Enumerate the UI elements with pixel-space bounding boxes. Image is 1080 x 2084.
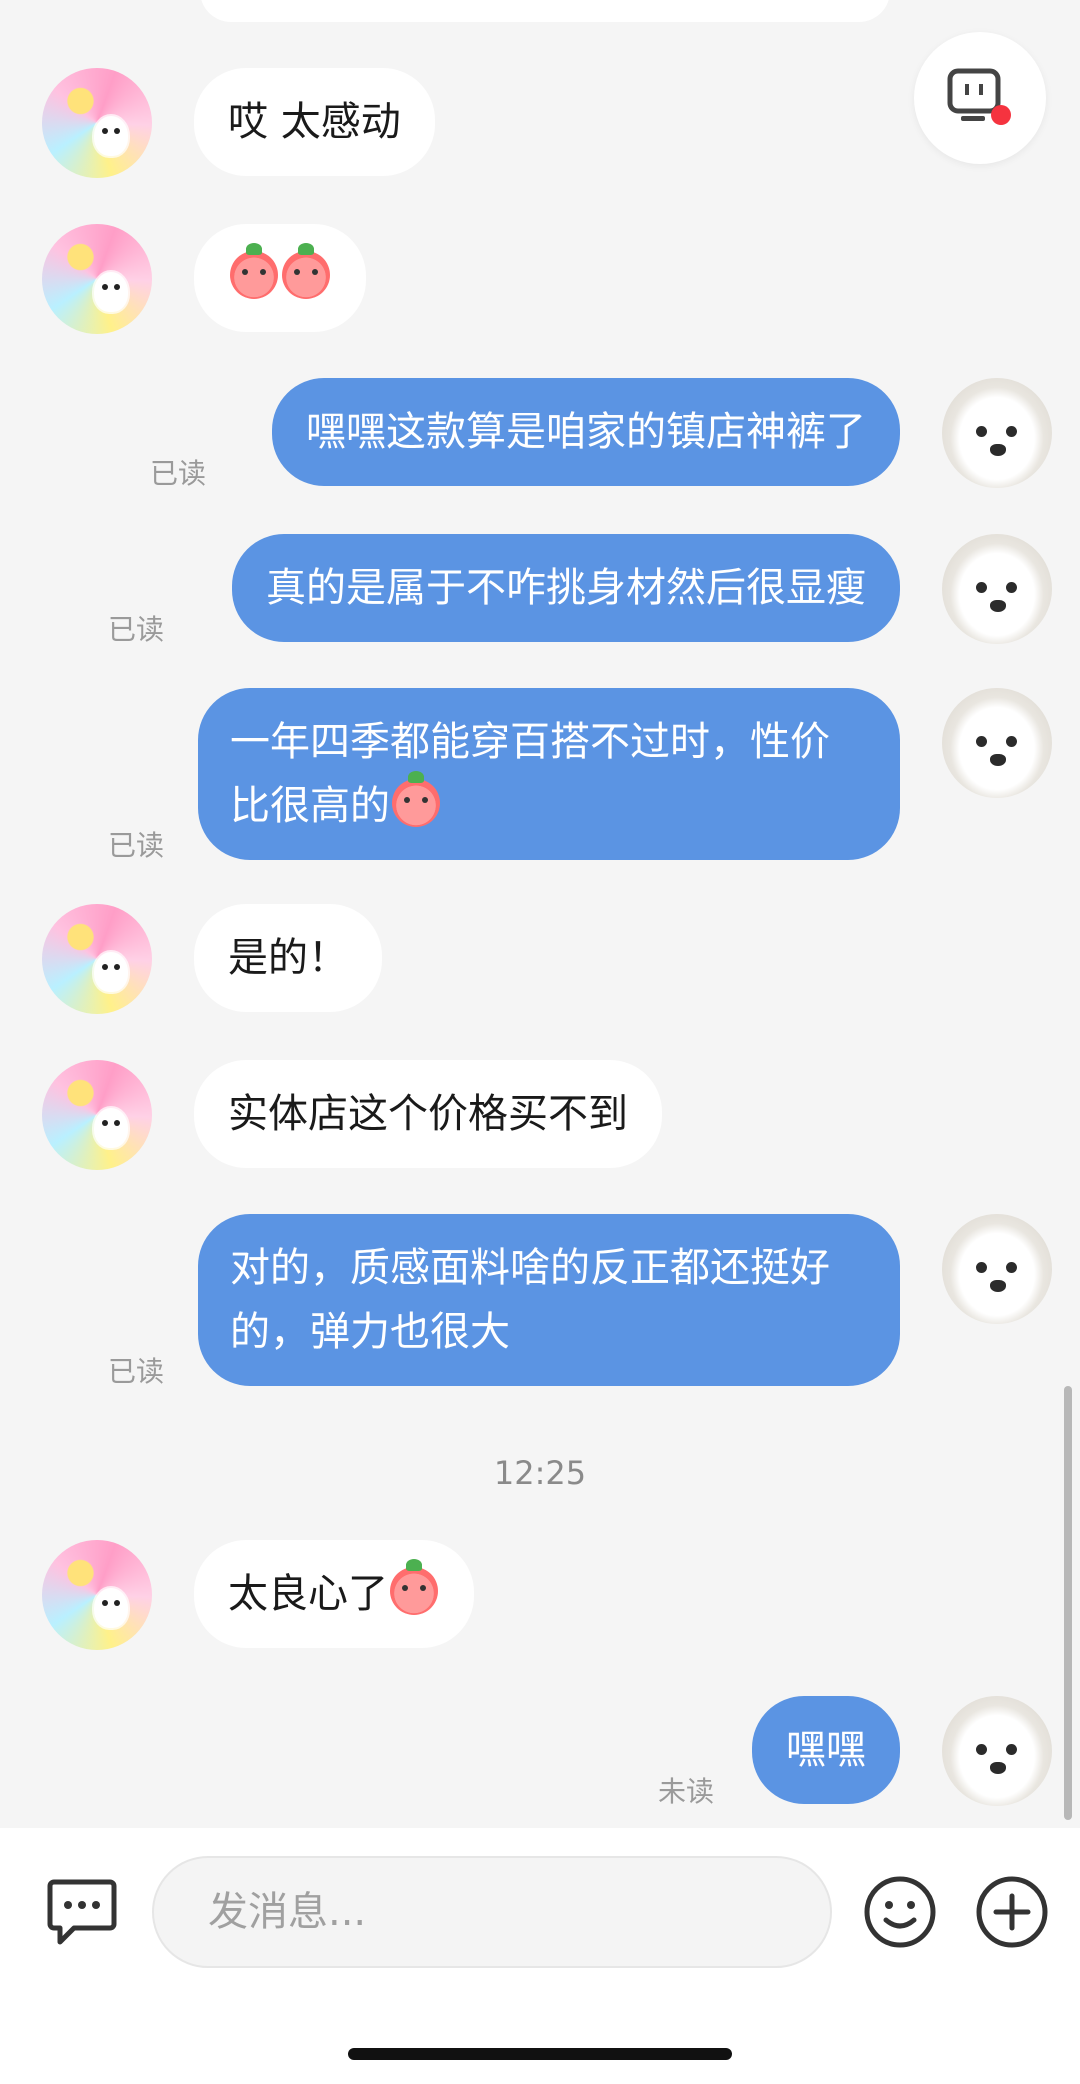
- incoming-message[interactable]: 是的！: [194, 904, 382, 1012]
- my-avatar[interactable]: [942, 1696, 1052, 1806]
- message-text: 一年四季都能穿百搭不过时，性价比很高的: [230, 719, 830, 829]
- read-status: 已读: [108, 613, 165, 646]
- message-text: 太良心了: [228, 1571, 388, 1617]
- crying-peach-emoji-icon: [230, 243, 278, 299]
- my-avatar[interactable]: [942, 534, 1052, 644]
- shy-peach-emoji-icon: [392, 771, 440, 827]
- contact-avatar[interactable]: [42, 1060, 152, 1170]
- assistant-button[interactable]: [914, 32, 1046, 164]
- home-indicator[interactable]: [348, 2048, 732, 2060]
- message-bubble-icon: [47, 1879, 117, 1945]
- incoming-message[interactable]: 太良心了: [194, 1540, 474, 1648]
- incoming-message[interactable]: [194, 224, 366, 332]
- contact-avatar[interactable]: [42, 68, 152, 178]
- incoming-message[interactable]: 实体店这个价格买不到: [194, 1060, 662, 1168]
- plus-circle-icon: [976, 1876, 1048, 1948]
- message-bubble-partial: [200, 0, 890, 22]
- contact-avatar[interactable]: [42, 1540, 152, 1650]
- read-status: 已读: [150, 457, 207, 490]
- more-button[interactable]: [974, 1874, 1050, 1950]
- message-input[interactable]: [152, 1856, 832, 1968]
- my-avatar[interactable]: [942, 688, 1052, 798]
- read-status: 已读: [108, 829, 165, 862]
- crying-peach-emoji-icon: [282, 243, 330, 299]
- smiley-icon: [864, 1876, 936, 1948]
- my-avatar[interactable]: [942, 378, 1052, 488]
- my-avatar[interactable]: [942, 1214, 1052, 1324]
- unread-status: 未读: [658, 1775, 715, 1808]
- robot-screen-icon: [947, 68, 1011, 125]
- message-type-button[interactable]: [46, 1878, 118, 1948]
- outgoing-message[interactable]: 对的，质感面料啥的反正都还挺好的，弹力也很大: [198, 1214, 900, 1386]
- message-timestamp: 12:25: [493, 1454, 587, 1492]
- outgoing-message[interactable]: 真的是属于不咋挑身材然后很显瘦: [232, 534, 900, 642]
- scrollbar[interactable]: [1064, 1386, 1072, 1820]
- chat-list[interactable]: 哎 太感动 已读 嘿嘿这款算是咱家的镇店神裤了 已读 真的是属于不咋挑身材然后很…: [0, 0, 1080, 1828]
- notification-dot: [991, 105, 1011, 125]
- emoji-button[interactable]: [862, 1874, 938, 1950]
- contact-avatar[interactable]: [42, 224, 152, 334]
- surprised-peach-emoji-icon: [390, 1559, 438, 1615]
- outgoing-message[interactable]: 嘿嘿: [752, 1696, 900, 1804]
- read-status: 已读: [108, 1355, 165, 1388]
- outgoing-message[interactable]: 嘿嘿这款算是咱家的镇店神裤了: [272, 378, 900, 486]
- incoming-message[interactable]: 哎 太感动: [194, 68, 435, 176]
- outgoing-message[interactable]: 一年四季都能穿百搭不过时，性价比很高的: [198, 688, 900, 860]
- contact-avatar[interactable]: [42, 904, 152, 1014]
